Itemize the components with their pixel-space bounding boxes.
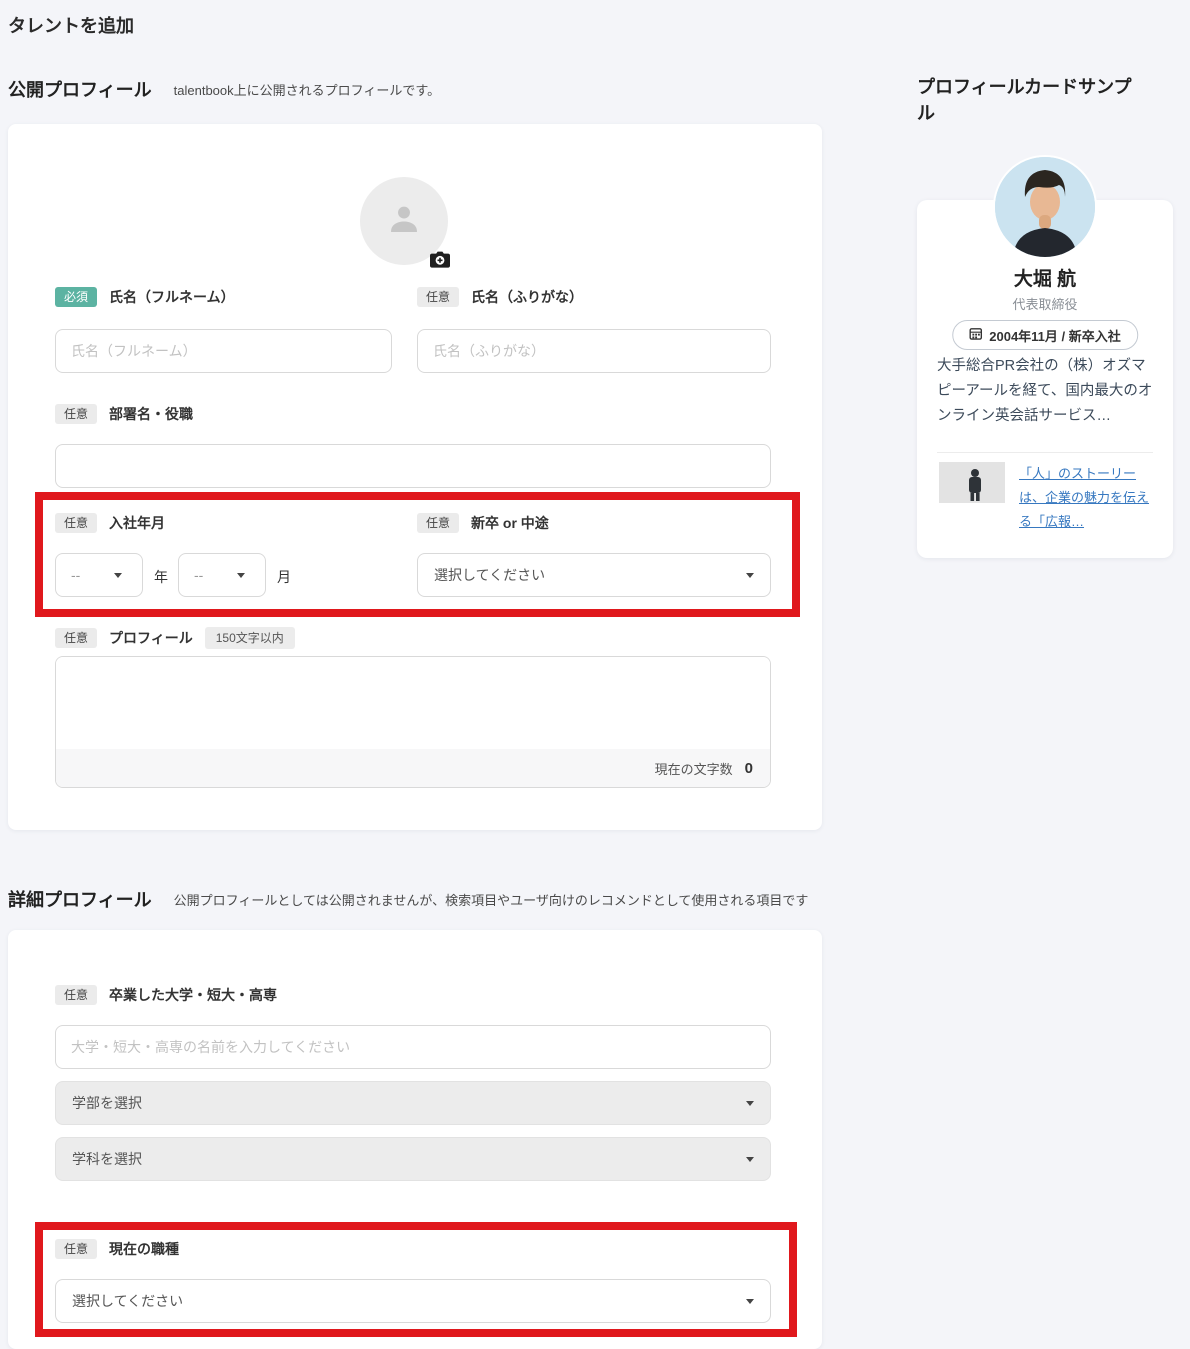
furigana-label: 氏名（ふりがな） [471, 289, 584, 306]
optional-badge: 任意 [55, 404, 98, 425]
sample-joined-text: 2004年11月 / 新卒入社 [989, 328, 1121, 344]
hire-type-label: 新卒 or 中途 [471, 515, 549, 532]
profile-textarea[interactable] [56, 657, 770, 749]
optional-badge: 任意 [417, 287, 460, 308]
profile-textarea-block: 現在の文字数 0 [55, 656, 771, 788]
full-name-input[interactable] [55, 329, 392, 373]
chevron-down-icon [746, 1298, 754, 1304]
sample-card-heading: プロフィールカードサンプル [917, 77, 1132, 123]
sample-joined-badge: 2004年11月 / 新卒入社 [952, 320, 1138, 350]
join-date-label-row: 任意 入社年月 [55, 513, 166, 534]
optional-badge: 任意 [55, 628, 98, 649]
required-badge: 必須 [55, 287, 98, 308]
detail-profile-section-header: 詳細プロフィール 公開プロフィールとしては公開されませんが、検索項目やユーザ向け… [8, 886, 808, 912]
camera-icon[interactable] [430, 250, 450, 268]
furigana-input[interactable] [417, 329, 771, 373]
hire-type-select[interactable]: 選択してください [417, 553, 771, 597]
university-input[interactable] [55, 1025, 771, 1069]
full-name-label: 氏名（フルネーム） [109, 289, 235, 306]
char-counter: 現在の文字数 0 [56, 749, 770, 787]
occupation-label: 現在の職種 [109, 1241, 180, 1258]
join-date-label: 入社年月 [109, 515, 166, 532]
optional-badge: 任意 [55, 1239, 98, 1260]
person-icon [383, 198, 425, 245]
public-profile-heading: 公開プロフィール [8, 80, 152, 100]
faculty-select-value: 学部を選択 [72, 1095, 142, 1111]
char-limit-badge: 150文字以内 [204, 627, 295, 650]
story-thumbnail [939, 462, 1005, 503]
chevron-down-icon [114, 572, 122, 578]
avatar-upload[interactable] [360, 177, 450, 268]
profile-label-row: 任意 プロフィール 150文字以内 [55, 627, 295, 650]
calendar-icon [969, 327, 983, 343]
optional-badge: 任意 [417, 513, 460, 534]
divider [937, 452, 1153, 453]
chevron-down-icon [746, 1100, 754, 1106]
year-unit-label: 年 [154, 569, 168, 585]
university-label: 卒業した大学・短大・高専 [109, 987, 278, 1004]
public-profile-section-header: 公開プロフィール talentbook上に公開されるプロフィールです。 [8, 76, 440, 102]
chevron-down-icon [746, 572, 754, 578]
join-year-select[interactable]: -- [55, 553, 143, 597]
detail-profile-card: 任意 卒業した大学・短大・高専 学部を選択 学科を選択 任意 現在の職種 選択し… [8, 930, 822, 1349]
page-title: タレントを追加 [8, 16, 134, 36]
char-counter-label: 現在の文字数 [654, 761, 733, 777]
occupation-label-row: 任意 現在の職種 [55, 1239, 180, 1260]
furigana-label-row: 任意 氏名（ふりがな） [417, 287, 584, 308]
sample-job-title: 代表取締役 [1012, 297, 1078, 312]
faculty-select[interactable]: 学部を選択 [55, 1081, 771, 1125]
sample-name: 大堀 航 [1013, 269, 1077, 290]
department-title-input[interactable] [55, 444, 771, 488]
public-profile-card: 必須 氏名（フルネーム） 任意 氏名（ふりがな） 任意 部署名・役職 任意 入社… [8, 124, 822, 830]
department-select[interactable]: 学科を選択 [55, 1137, 771, 1181]
sample-avatar [993, 155, 1097, 259]
detail-profile-subtitle: 公開プロフィールとしては公開されませんが、検索項目やユーザ向けのレコメンドとして… [173, 892, 809, 908]
department-title-label-row: 任意 部署名・役職 [55, 404, 194, 425]
join-month-select[interactable]: -- [178, 553, 266, 597]
hire-type-value: 選択してください [434, 567, 546, 583]
char-counter-value: 0 [744, 759, 753, 777]
chevron-down-icon [237, 572, 245, 578]
university-label-row: 任意 卒業した大学・短大・高専 [55, 985, 278, 1006]
sample-story-row: 「人」のストーリーは、企業の魅力を伝える「広報… [939, 462, 1155, 534]
add-talent-page: タレントを追加 公開プロフィール talentbook上に公開されるプロフィール… [0, 0, 1190, 1349]
hire-type-label-row: 任意 新卒 or 中途 [417, 513, 549, 534]
department-select-value: 学科を選択 [72, 1151, 142, 1167]
chevron-down-icon [746, 1156, 754, 1162]
department-title-label: 部署名・役職 [109, 406, 194, 423]
story-link[interactable]: 「人」のストーリーは、企業の魅力を伝える「広報… [1019, 462, 1155, 534]
join-year-value: -- [71, 567, 81, 583]
profile-label: プロフィール [109, 630, 193, 647]
occupation-select-value: 選択してください [72, 1293, 184, 1309]
month-unit-label: 月 [277, 569, 291, 585]
optional-badge: 任意 [55, 985, 98, 1006]
full-name-label-row: 必須 氏名（フルネーム） [55, 287, 235, 308]
public-profile-subtitle: talentbook上に公開されるプロフィールです。 [173, 82, 441, 98]
sample-bio: 大手総合PR会社の（株）オズマピーアールを経て、国内最大のオンライン英会話サービ… [937, 358, 1153, 424]
optional-badge: 任意 [55, 513, 98, 534]
occupation-select[interactable]: 選択してください [55, 1279, 771, 1323]
join-month-value: -- [194, 567, 204, 583]
detail-profile-heading: 詳細プロフィール [8, 890, 152, 910]
